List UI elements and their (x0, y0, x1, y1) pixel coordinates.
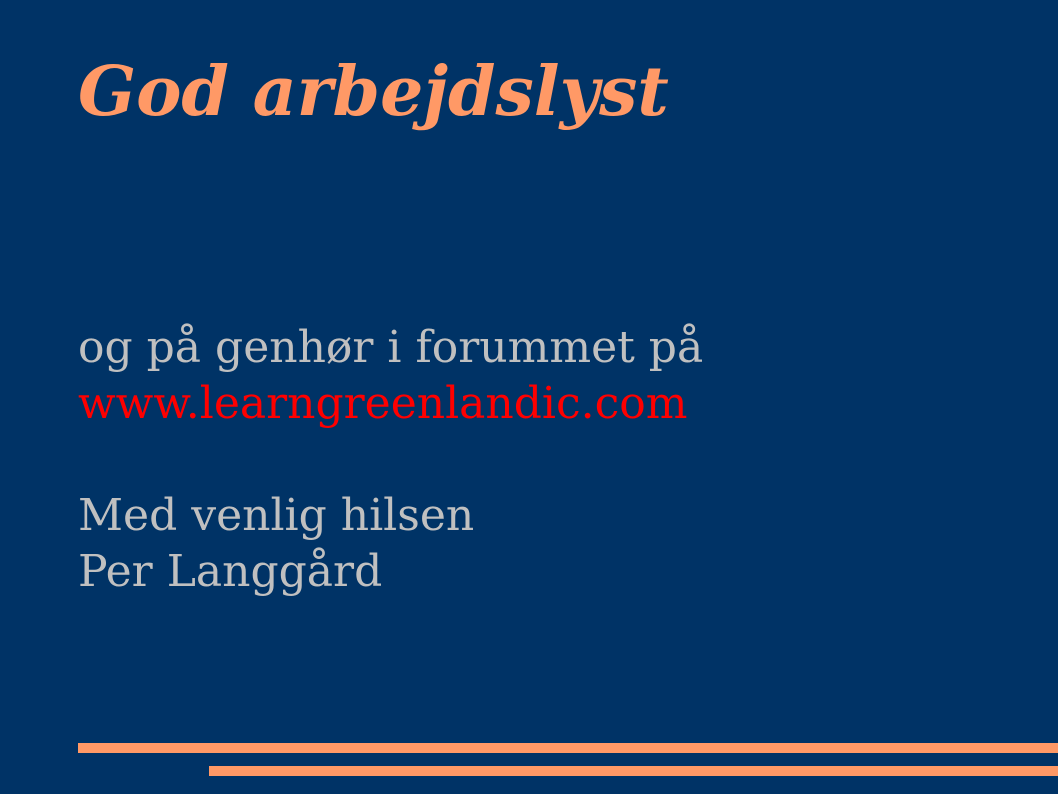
decorative-bar-top (78, 743, 1058, 753)
signature-line: Per Langgård (78, 546, 383, 597)
website-link[interactable]: www.learngreenlandic.com (78, 376, 703, 432)
slide: God arbejdslyst og på genhør i forummet … (0, 0, 1058, 794)
closing-line: Med venlig hilsen (78, 490, 475, 541)
slide-title: God arbejdslyst (78, 52, 669, 132)
farewell-line: og på genhør i forummet på (78, 322, 704, 373)
slide-body: og på genhør i forummet på www.learngree… (78, 320, 703, 600)
line-spacer (78, 432, 703, 488)
decorative-bar-bottom (209, 766, 1058, 776)
